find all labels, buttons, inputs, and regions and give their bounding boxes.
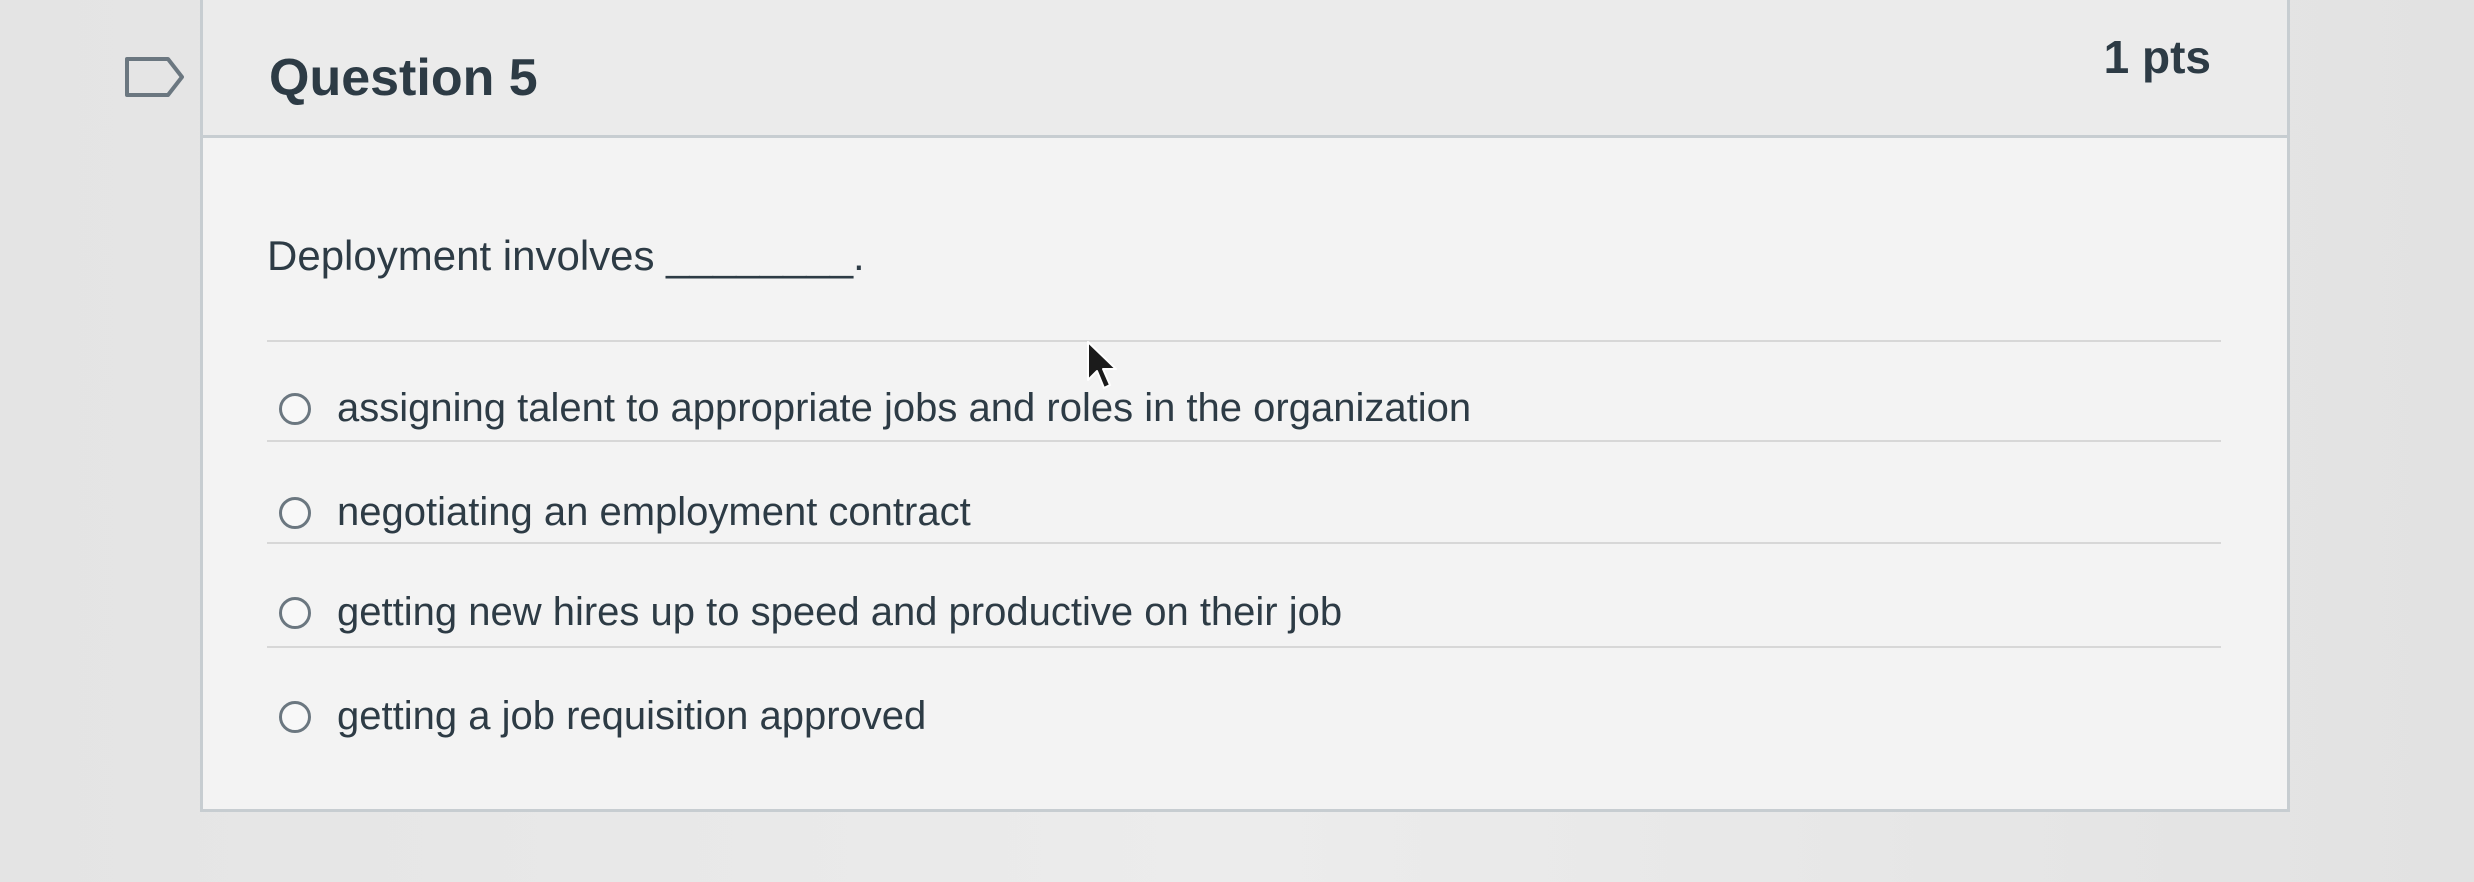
question-text: Deployment involves ________. xyxy=(267,232,865,279)
answer-option-4[interactable]: getting a job requisition approved xyxy=(279,694,926,739)
answer-label: getting new hires up to speed and produc… xyxy=(337,590,1343,634)
answer-divider xyxy=(267,646,2221,648)
mouse-pointer-icon xyxy=(1087,341,1117,389)
radio-button[interactable] xyxy=(279,700,311,733)
quiz-page: Question 5 1 pts Deployment involves ___… xyxy=(0,0,2474,882)
question-title: Question 5 xyxy=(269,49,538,107)
radio-button[interactable] xyxy=(279,496,311,529)
radio-button[interactable] xyxy=(279,596,311,629)
flag-question-icon[interactable] xyxy=(124,56,186,98)
answer-label: getting a job requisition approved xyxy=(337,694,927,738)
answer-divider xyxy=(267,440,2221,442)
question-header: Question 5 1 pts xyxy=(203,0,2287,138)
radio-button[interactable] xyxy=(279,392,311,425)
answers-divider xyxy=(267,340,2221,342)
answer-option-2[interactable]: negotiating an employment contract xyxy=(279,490,971,535)
question-points: 1 pts xyxy=(2103,31,2211,83)
answer-option-3[interactable]: getting new hires up to speed and produc… xyxy=(279,590,1342,635)
answer-divider xyxy=(267,542,2221,544)
answer-option-1[interactable]: assigning talent to appropriate jobs and… xyxy=(279,386,1471,431)
answer-label: negotiating an employment contract xyxy=(337,490,971,534)
answer-label: assigning talent to appropriate jobs and… xyxy=(337,386,1472,430)
question-card: Question 5 1 pts Deployment involves ___… xyxy=(200,0,2290,812)
